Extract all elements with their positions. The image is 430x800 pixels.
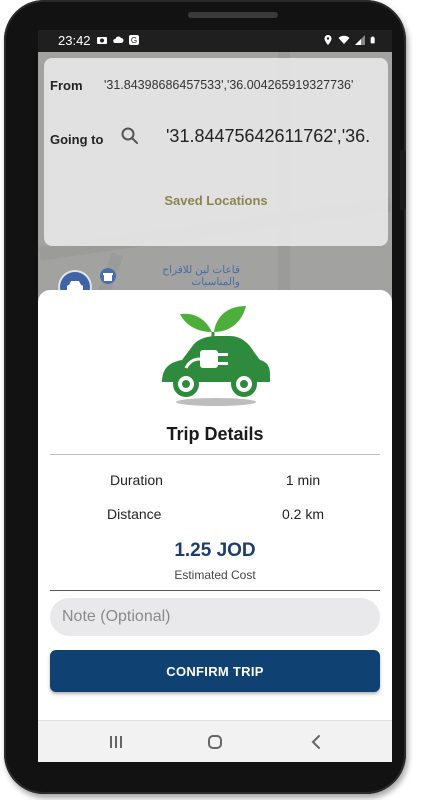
saved-locations-link[interactable]: Saved Locations xyxy=(44,193,388,208)
distance-label: Distance xyxy=(107,506,162,522)
search-icon[interactable] xyxy=(120,126,140,146)
location-icon xyxy=(324,35,332,45)
cloud-icon xyxy=(113,36,124,43)
divider xyxy=(50,590,380,591)
distance-value: 0.2 km xyxy=(281,506,324,522)
route-search-card: From '31.84398686457533','36.00426591932… xyxy=(44,58,388,246)
wifi-icon xyxy=(338,35,350,44)
trip-details-title: Trip Details xyxy=(166,424,264,444)
duration-value: 1 min xyxy=(285,472,321,488)
home-button[interactable] xyxy=(185,721,245,762)
estimated-cost-label: Estimated Cost xyxy=(174,568,256,582)
camera-icon xyxy=(97,37,107,44)
going-to-field[interactable]: '31.84475642611762','36. xyxy=(166,126,372,147)
divider xyxy=(50,454,380,455)
duration-label: Duration xyxy=(110,472,163,488)
status-bar: 23:42 G xyxy=(38,30,392,52)
place-pin[interactable] xyxy=(100,268,116,284)
place-label[interactable]: قاعات لين للافراح والمناسبات xyxy=(120,264,240,288)
from-label: From xyxy=(50,78,83,93)
going-to-label: Going to xyxy=(50,132,104,147)
trip-details-sheet: Trip Details Duration 1 min Distance 0.2… xyxy=(38,290,392,720)
confirm-trip-button[interactable]: CONFIRM TRIP xyxy=(50,650,380,692)
volume-button xyxy=(400,150,406,210)
battery-icon xyxy=(370,36,375,44)
screen: 23:42 G From '31.84398686457533','36.004… xyxy=(38,30,392,762)
back-icon xyxy=(311,735,320,749)
speaker-grille xyxy=(188,12,278,18)
system-nav-bar xyxy=(38,720,392,762)
home-icon xyxy=(208,735,222,749)
gift-icon xyxy=(103,273,113,281)
from-field[interactable]: '31.84398686457533','36.004265919327736' xyxy=(104,78,353,92)
recent-apps-button[interactable] xyxy=(86,721,146,762)
note-input[interactable] xyxy=(50,598,380,636)
back-button[interactable] xyxy=(286,721,346,762)
status-time: 23:42 xyxy=(58,33,91,48)
signal-icon xyxy=(355,35,365,45)
svg-text:G: G xyxy=(131,36,137,45)
estimated-cost-value: 1.25 JOD xyxy=(174,540,256,561)
electric-car-logo xyxy=(162,306,270,406)
g-app-icon: G xyxy=(129,35,139,45)
recent-apps-icon xyxy=(110,736,122,748)
